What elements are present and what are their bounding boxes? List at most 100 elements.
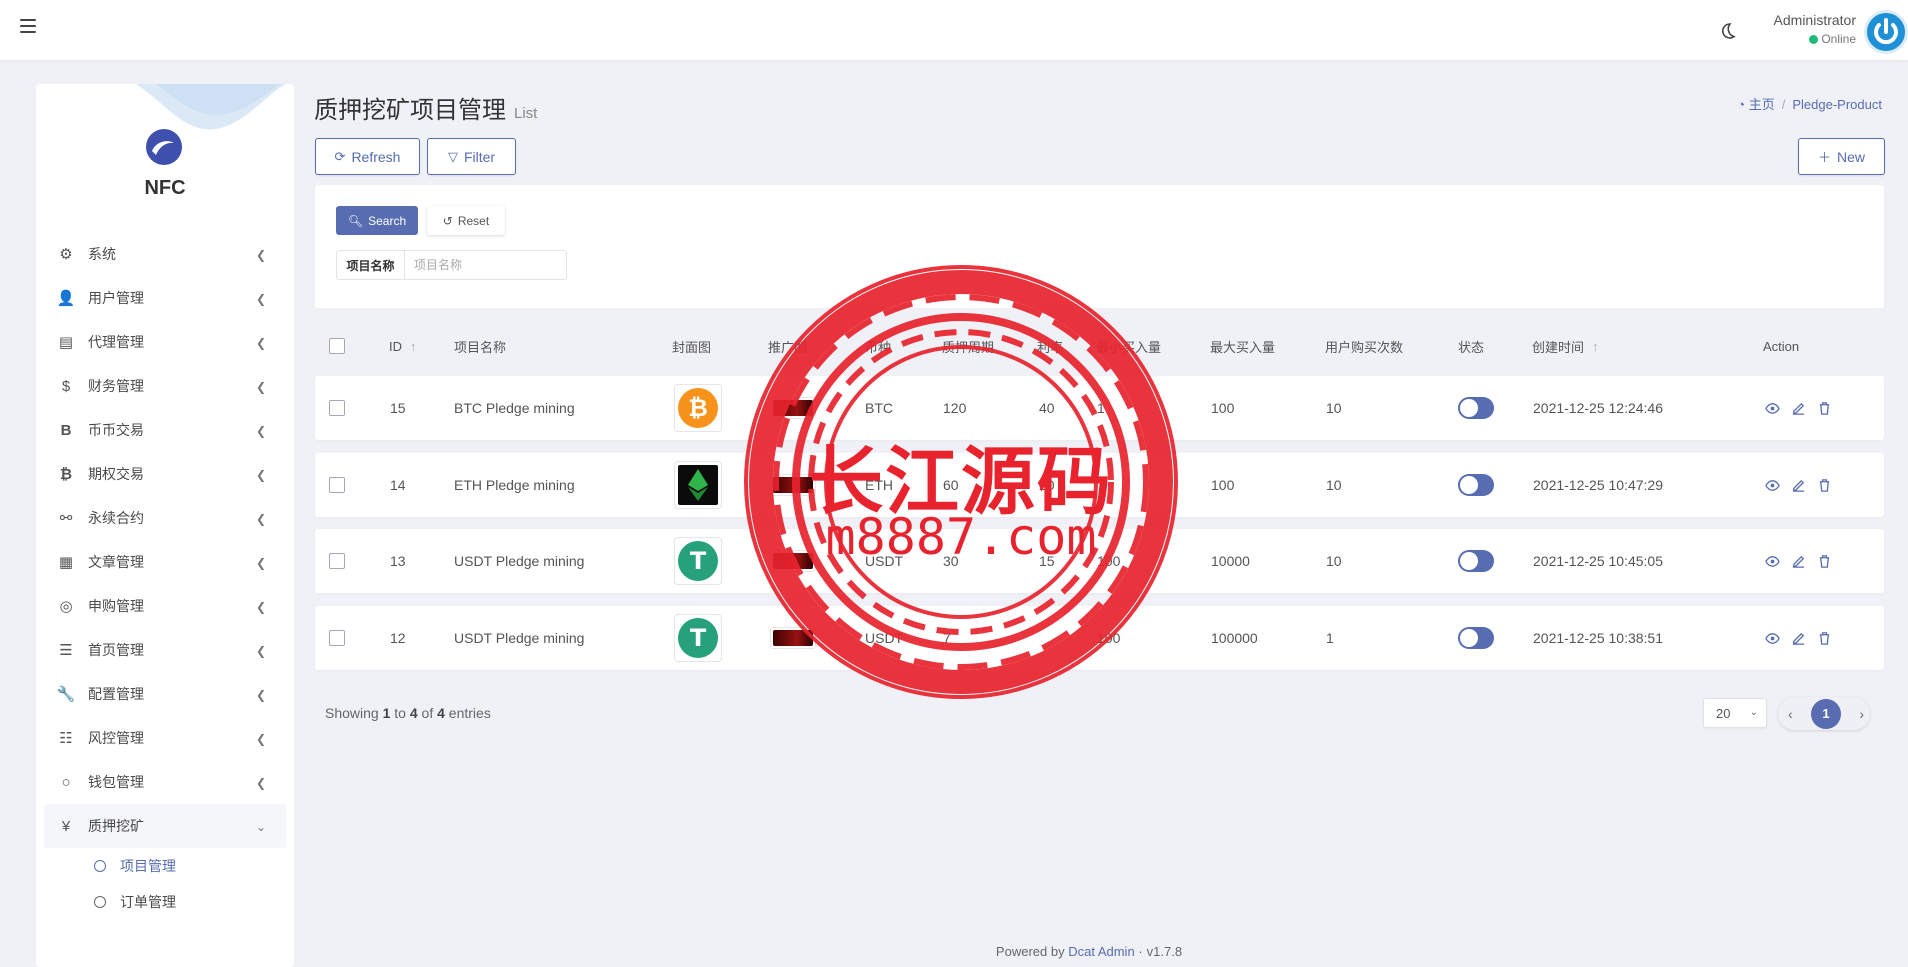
users-icon: 👤 xyxy=(56,290,76,307)
row-checkbox[interactable] xyxy=(329,630,345,646)
delete-icon[interactable] xyxy=(1817,401,1832,416)
status-toggle[interactable] xyxy=(1458,627,1494,649)
cell-currency: USDT xyxy=(865,553,904,569)
footer: Powered by Dcat Admin · v1.7.8 xyxy=(995,944,1183,959)
dark-mode-icon[interactable] xyxy=(1717,21,1737,41)
search-button[interactable]: 🔍︎ Search xyxy=(336,206,418,235)
promo-image[interactable] xyxy=(770,474,816,496)
sidebar-item-label: 币币交易 xyxy=(88,422,144,438)
row-checkbox[interactable] xyxy=(329,477,345,493)
cell-times: 1 xyxy=(1326,630,1334,646)
sidebar-item-articles[interactable]: ▦ 文章管理 ❮ xyxy=(36,540,294,584)
sidebar-item-perpetual[interactable]: ⚯ 永续合约 ❮ xyxy=(36,496,294,540)
cell-times: 10 xyxy=(1326,477,1342,493)
column-header-created[interactable]: 创建时间 ↑ xyxy=(1532,322,1599,370)
reset-button[interactable]: ↺ Reset xyxy=(427,206,505,235)
sidebar: NFC ⚙ 系统 ❮ 👤 用户管理 ❮ ▤ 代理管理 ❮ $ 财务管理 ❮ B 币币交易 ❮ ₿ 期权… xyxy=(36,84,294,967)
cell-rate: 15 xyxy=(1039,553,1055,569)
sidebar-item-subscription[interactable]: ◎ 申购管理 ❮ xyxy=(36,584,294,628)
promo-image[interactable] xyxy=(770,397,816,419)
column-header-id[interactable]: ID ↑ xyxy=(389,322,417,370)
sidebar-item-finance[interactable]: $ 财务管理 ❮ xyxy=(36,364,294,408)
cell-period: 7 xyxy=(943,630,951,646)
view-icon[interactable] xyxy=(1765,401,1780,416)
cell-currency: BTC xyxy=(865,400,893,416)
sidebar-item-label: 用户管理 xyxy=(88,290,144,306)
sidebar-item-config[interactable]: 🔧 配置管理 ❮ xyxy=(36,672,294,716)
new-button[interactable]: ＋ New xyxy=(1798,138,1885,175)
sidebar-item-homepage[interactable]: ☰ 首页管理 ❮ xyxy=(36,628,294,672)
promo-image[interactable] xyxy=(770,550,816,572)
sidebar-item-system[interactable]: ⚙ 系统 ❮ xyxy=(36,232,294,276)
cell-id: 13 xyxy=(390,553,406,569)
delete-icon[interactable] xyxy=(1817,554,1832,569)
status-toggle[interactable] xyxy=(1458,474,1494,496)
view-icon[interactable] xyxy=(1765,478,1780,493)
chevron-left-icon: ❮ xyxy=(255,556,266,570)
menu-toggle-icon[interactable] xyxy=(20,19,36,33)
view-icon[interactable] xyxy=(1765,554,1780,569)
cell-min: 100 xyxy=(1097,630,1121,646)
refresh-button[interactable]: ⟳ Refresh xyxy=(315,138,420,175)
svg-text:T: T xyxy=(690,547,707,575)
column-header-name: 项目名称 xyxy=(454,339,507,355)
cell-max: 100 xyxy=(1211,477,1235,493)
avatar[interactable] xyxy=(1864,10,1908,54)
column-header-times: 用户购买次数 xyxy=(1325,339,1404,355)
chevron-left-icon: ❮ xyxy=(255,336,266,350)
next-page-icon[interactable]: › xyxy=(1859,706,1864,722)
user-menu[interactable]: Administrator Online xyxy=(1774,12,1856,46)
sort-icon[interactable]: ↑ xyxy=(1592,339,1599,354)
select-all-checkbox[interactable] xyxy=(329,338,345,354)
tether-icon[interactable]: T xyxy=(674,614,722,662)
sidebar-item-wallet[interactable]: ○ 钱包管理 ❮ xyxy=(36,760,294,804)
refresh-icon: ⟳ xyxy=(334,148,346,164)
circle-icon xyxy=(94,896,106,908)
edit-icon[interactable] xyxy=(1791,401,1806,416)
per-page-select[interactable]: 20 ⌄ xyxy=(1703,698,1767,728)
chevron-left-icon: ❮ xyxy=(255,732,266,746)
prev-page-icon[interactable]: ‹ xyxy=(1788,706,1793,722)
cell-currency: ETH xyxy=(865,477,893,493)
view-icon[interactable] xyxy=(1765,631,1780,646)
newspaper-icon: ▦ xyxy=(58,554,74,571)
status-toggle[interactable] xyxy=(1458,397,1494,419)
edit-icon[interactable] xyxy=(1791,478,1806,493)
sort-icon[interactable]: ↑ xyxy=(410,339,417,354)
sidebar-item-pledge-mining[interactable]: ¥ 质押挖矿 ⌄ xyxy=(44,804,286,848)
edit-icon[interactable] xyxy=(1791,631,1806,646)
sidebar-item-users[interactable]: 👤 用户管理 ❮ xyxy=(36,276,294,320)
sidebar-item-agents[interactable]: ▤ 代理管理 ❮ xyxy=(36,320,294,364)
breadcrumb-current: Pledge-Product xyxy=(1792,97,1882,112)
sidebar-item-label: 质押挖矿 xyxy=(88,818,144,834)
page-subtitle: List xyxy=(514,105,538,122)
cell-name: USDT Pledge mining xyxy=(454,553,585,569)
sidebar-item-risk[interactable]: ☷ 风控管理 ❮ xyxy=(36,716,294,760)
delete-icon[interactable] xyxy=(1817,631,1832,646)
delete-icon[interactable] xyxy=(1817,478,1832,493)
promo-image[interactable] xyxy=(770,627,816,649)
row-checkbox[interactable] xyxy=(329,400,345,416)
cell-name: BTC Pledge mining xyxy=(454,400,575,416)
status-toggle[interactable] xyxy=(1458,550,1494,572)
sidebar-item-label: 首页管理 xyxy=(88,642,144,658)
tether-icon[interactable]: T xyxy=(674,537,722,585)
edit-icon[interactable] xyxy=(1791,554,1806,569)
project-name-input[interactable] xyxy=(404,250,567,280)
row-checkbox[interactable] xyxy=(329,553,345,569)
project-name-label: 项目名称 xyxy=(336,250,404,280)
footer-link[interactable]: Dcat Admin xyxy=(1068,944,1134,959)
filter-button[interactable]: ▽ Filter xyxy=(427,138,516,175)
ethereum-icon[interactable] xyxy=(674,461,722,509)
cell-min: 100 xyxy=(1097,553,1121,569)
sidebar-item-options[interactable]: ₿ 期权交易 ❮ xyxy=(36,452,294,496)
sidebar-subitem-projects[interactable]: 项目管理 xyxy=(36,848,294,884)
sidebar-item-spot-trading[interactable]: B 币币交易 ❮ xyxy=(36,408,294,452)
bitcoin-icon[interactable]: ₿ xyxy=(674,384,722,432)
page-button-current[interactable]: 1 xyxy=(1811,698,1841,729)
column-header-currency: 币种 xyxy=(865,339,892,355)
sidebar-item-label: 代理管理 xyxy=(88,334,144,350)
breadcrumb-home[interactable]: ◔ 主页 xyxy=(1737,97,1774,112)
chevron-left-icon: ❮ xyxy=(255,776,266,790)
sidebar-subitem-orders[interactable]: 订单管理 xyxy=(36,884,294,920)
